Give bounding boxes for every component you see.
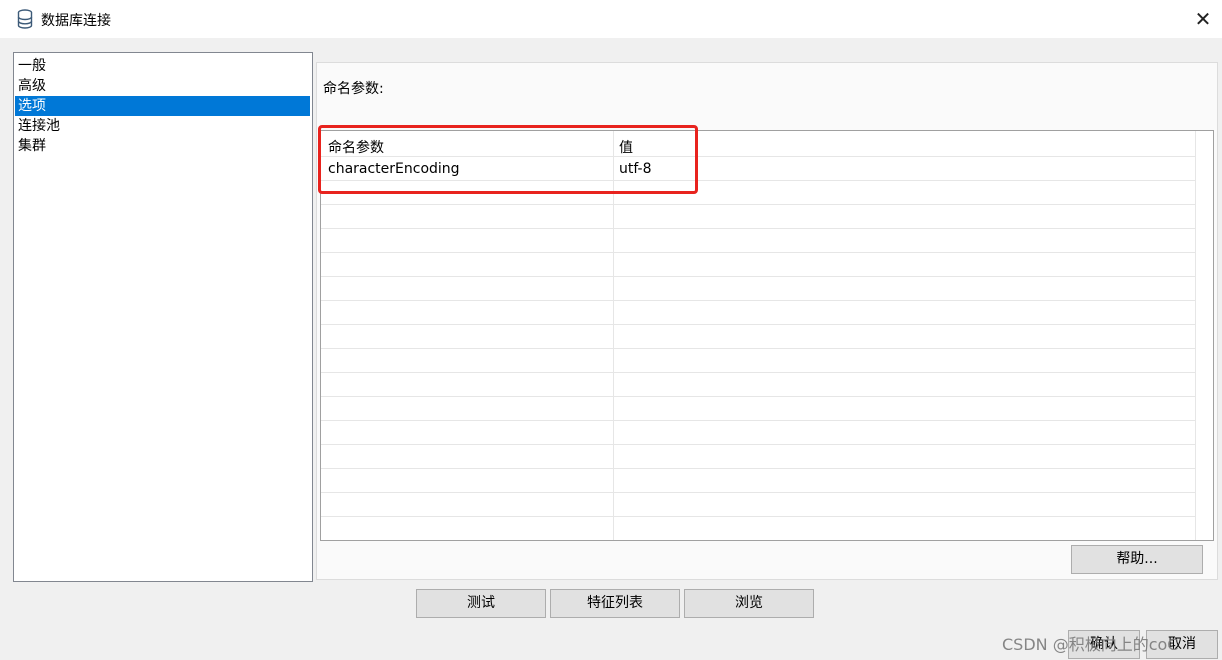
feature-list-button[interactable]: 特征列表: [550, 589, 680, 618]
table-row[interactable]: [321, 445, 1196, 469]
table-row[interactable]: [321, 517, 1196, 540]
named-params-table[interactable]: 命名参数 值 characterEncoding utf-8: [320, 130, 1214, 541]
table-row[interactable]: [321, 469, 1196, 493]
nav-item-4[interactable]: 集群: [15, 136, 310, 156]
table-row[interactable]: characterEncoding utf-8: [321, 157, 1196, 181]
table-cell[interactable]: characterEncoding: [328, 161, 460, 177]
table-cell[interactable]: utf-8: [619, 161, 651, 177]
title-bar: 数据库连接 ✕: [0, 0, 1222, 38]
named-params-label: 命名参数:: [323, 81, 384, 97]
nav-item-3[interactable]: 连接池: [15, 116, 310, 136]
table-row[interactable]: [321, 373, 1196, 397]
column-header: 命名参数: [328, 140, 384, 156]
table-header-row[interactable]: 命名参数 值: [321, 133, 1196, 157]
close-button[interactable]: ✕: [1184, 0, 1222, 38]
table-row[interactable]: [321, 253, 1196, 277]
table-row[interactable]: [321, 181, 1196, 205]
table-row[interactable]: [321, 301, 1196, 325]
help-button[interactable]: 帮助...: [1071, 545, 1203, 574]
watermark: CSDN @积极向上的coC: [1002, 635, 1179, 654]
nav-item-2[interactable]: 选项: [15, 96, 310, 116]
table-row[interactable]: [321, 205, 1196, 229]
nav-item-0[interactable]: 一般: [15, 56, 310, 76]
table-row[interactable]: [321, 229, 1196, 253]
vertical-scrollbar[interactable]: [1195, 131, 1213, 540]
table-row[interactable]: [321, 493, 1196, 517]
close-icon: ✕: [1194, 7, 1212, 31]
table-row[interactable]: [321, 421, 1196, 445]
table-row[interactable]: [321, 349, 1196, 373]
table-row[interactable]: [321, 397, 1196, 421]
test-button[interactable]: 测试: [416, 589, 546, 618]
background-window-edge: [0, 38, 8, 660]
column-header: 值: [619, 140, 633, 156]
table-row[interactable]: [321, 325, 1196, 349]
database-icon: [17, 9, 33, 29]
nav-item-1[interactable]: 高级: [15, 76, 310, 96]
table-row[interactable]: [321, 277, 1196, 301]
category-list: 一般 高级 选项 连接池 集群: [13, 52, 313, 582]
browse-button[interactable]: 浏览: [684, 589, 814, 618]
window-title: 数据库连接: [41, 13, 111, 29]
